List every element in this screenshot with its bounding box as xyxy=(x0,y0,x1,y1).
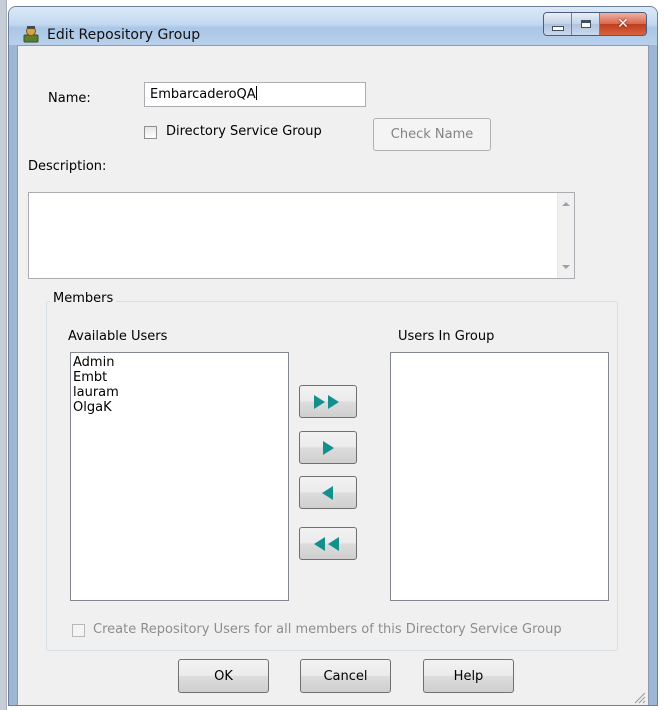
directory-service-label: Directory Service Group xyxy=(166,124,322,139)
list-item[interactable]: lauram xyxy=(73,385,286,400)
chevron-right-icon xyxy=(323,440,334,455)
name-input[interactable]: EmbarcaderoQA xyxy=(144,82,366,107)
help-label: Help xyxy=(453,668,484,684)
members-group-label: Members xyxy=(50,291,117,306)
double-chevron-left-icon xyxy=(314,536,339,551)
repository-group-icon xyxy=(23,26,39,43)
list-item[interactable]: Admin xyxy=(73,355,286,370)
cancel-button[interactable]: Cancel xyxy=(300,659,391,693)
close-button[interactable]: ✕ xyxy=(600,13,646,35)
window-title: Edit Repository Group xyxy=(47,27,201,43)
name-label: Name: xyxy=(48,91,91,106)
users-in-group-list[interactable] xyxy=(390,352,609,601)
chevron-left-icon xyxy=(322,485,333,500)
users-in-group-label: Users In Group xyxy=(398,329,495,344)
scroll-down-arrow-icon[interactable] xyxy=(562,265,570,269)
maximize-icon xyxy=(580,20,591,28)
cancel-label: Cancel xyxy=(323,668,368,684)
help-button[interactable]: Help xyxy=(423,659,514,693)
caption-buttons: ✕ xyxy=(543,12,647,36)
move-all-right-button[interactable] xyxy=(299,385,357,418)
minimize-button[interactable] xyxy=(544,13,572,35)
list-item[interactable]: OlgaK xyxy=(73,400,286,415)
description-label: Description: xyxy=(28,159,107,174)
ok-label: OK xyxy=(214,668,233,684)
double-chevron-right-icon xyxy=(314,394,339,409)
text-caret xyxy=(255,86,257,100)
description-textarea[interactable] xyxy=(28,192,575,279)
ok-button[interactable]: OK xyxy=(178,659,269,693)
list-item[interactable]: Embt xyxy=(73,370,286,385)
create-users-label: Create Repository Users for all members … xyxy=(93,622,562,637)
available-users-label: Available Users xyxy=(68,329,168,344)
directory-service-checkbox[interactable] xyxy=(144,126,157,139)
name-input-value: EmbarcaderoQA xyxy=(150,87,256,102)
title-bar[interactable]: Edit Repository Group ✕ xyxy=(9,7,657,45)
dialog-body: Name: EmbarcaderoQA Directory Service Gr… xyxy=(17,45,649,705)
description-scrollbar[interactable] xyxy=(557,193,574,278)
maximize-button[interactable] xyxy=(572,13,600,35)
background-window-edge xyxy=(0,0,7,710)
move-right-button[interactable] xyxy=(299,431,357,464)
scroll-up-arrow-icon[interactable] xyxy=(562,202,570,206)
close-icon: ✕ xyxy=(617,16,629,32)
check-name-button[interactable]: Check Name xyxy=(373,118,491,151)
minimize-icon xyxy=(551,25,564,31)
move-all-left-button[interactable] xyxy=(299,527,357,560)
resize-grip-icon[interactable] xyxy=(632,690,646,704)
available-users-list[interactable]: Admin Embt lauram OlgaK xyxy=(70,352,289,601)
dialog-window: Edit Repository Group ✕ Name: Embarcader… xyxy=(8,6,658,706)
move-left-button[interactable] xyxy=(299,476,357,509)
create-users-checkbox[interactable] xyxy=(72,624,85,637)
check-name-label: Check Name xyxy=(390,127,474,142)
